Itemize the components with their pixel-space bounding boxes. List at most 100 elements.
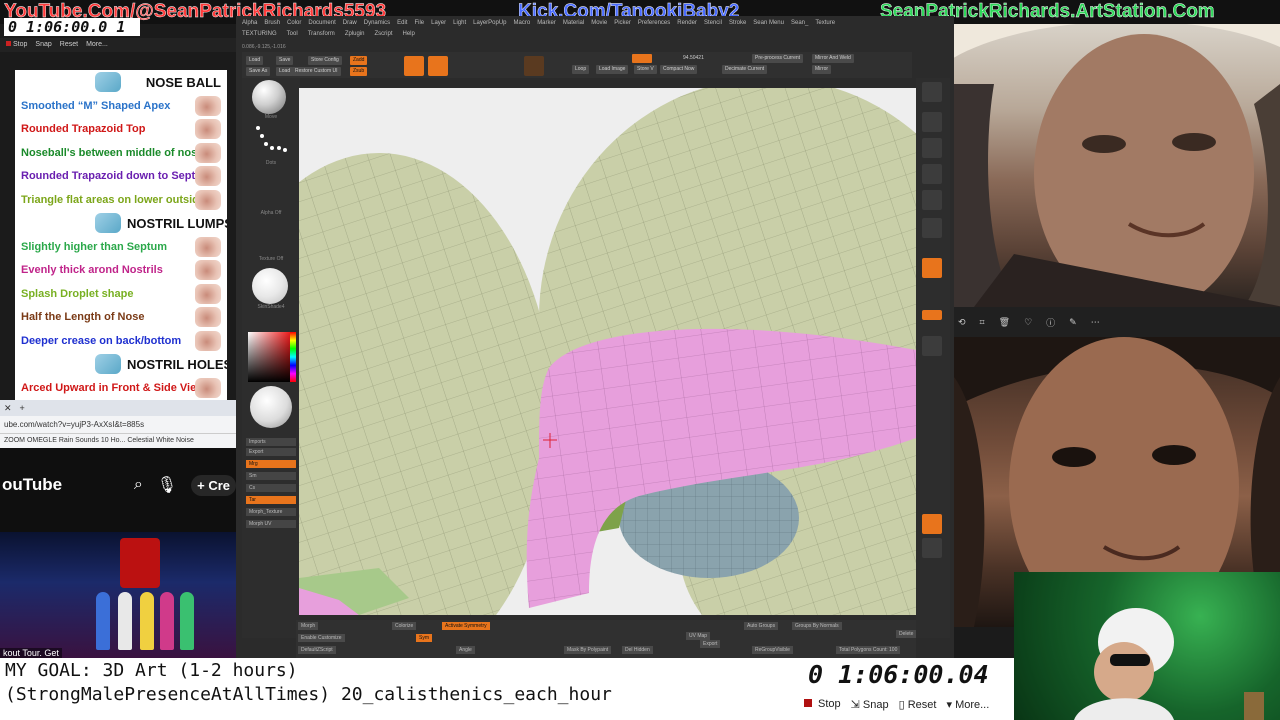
shelf-button[interactable]: Tar [246, 496, 296, 504]
favorite-icon[interactable]: ♡ [1024, 317, 1032, 328]
submenu-item[interactable]: Zplugin [345, 31, 365, 41]
stop-button[interactable]: Stop [804, 698, 841, 711]
edit-icon[interactable]: ✎ [1069, 317, 1077, 328]
bottom-shelf-button[interactable]: Colorize [392, 622, 417, 630]
top-stop-button[interactable]: Stop [6, 38, 27, 52]
zadd-button[interactable]: Zadd [350, 56, 368, 65]
move-brush-icon[interactable] [252, 80, 286, 114]
snap-button[interactable]: ⇲ Snap [851, 698, 889, 711]
restore-ui-button[interactable]: Restore Custom UI [292, 67, 341, 76]
zsub-button[interactable]: Zsub [350, 67, 368, 76]
load-image-button[interactable]: Load Image [596, 65, 629, 74]
bottom-shelf-button[interactable]: Groups By Normals [792, 622, 842, 630]
actual-icon[interactable] [922, 164, 942, 184]
menu-item[interactable]: Picker [614, 20, 631, 32]
save-as-button[interactable]: Save As [246, 67, 271, 76]
menu-item[interactable]: Layer [431, 20, 446, 32]
mirror-button[interactable]: Mirror [812, 65, 832, 74]
bottom-shelf-button[interactable]: Export [700, 640, 721, 648]
info-icon[interactable]: ⓘ [1046, 316, 1055, 329]
local-icon[interactable] [922, 310, 942, 320]
top-reset-button[interactable]: Reset [60, 38, 78, 52]
menu-item[interactable]: Movie [591, 20, 607, 32]
color-picker[interactable] [248, 332, 292, 382]
menu-item[interactable]: Material [563, 20, 584, 32]
shelf-button[interactable]: Sm [246, 472, 296, 480]
menu-item[interactable]: Texture [815, 20, 835, 32]
edit-mode-button[interactable] [404, 56, 424, 76]
more-button[interactable]: ▾ More... [946, 698, 989, 711]
mirror-weld-button[interactable]: Mirror And Weld [812, 54, 854, 63]
zoom-icon[interactable] [922, 138, 942, 158]
scroll-icon[interactable] [922, 112, 942, 132]
bottom-shelf-button[interactable]: Del Hidden [622, 646, 653, 654]
youtube-logo[interactable]: ouTube [0, 475, 134, 495]
submenu-item[interactable]: Tool [287, 31, 298, 41]
reset-button[interactable]: ▯ Reset [899, 698, 937, 711]
draw-mode-button[interactable] [428, 56, 448, 76]
search-icon[interactable]: ⌕ [134, 476, 143, 494]
floor-icon[interactable] [922, 258, 942, 278]
save-button[interactable]: Save [276, 56, 294, 65]
menu-item[interactable]: Stroke [729, 20, 746, 32]
shelf-button[interactable]: Morph UV [246, 520, 296, 528]
bottom-shelf-button[interactable]: Activate Symmetry [442, 622, 490, 630]
delete-icon[interactable]: 🗑 [999, 317, 1010, 328]
menu-item[interactable]: LayerPopUp [473, 20, 506, 32]
alpha-label[interactable]: Alpha Off [246, 210, 296, 216]
more-icon[interactable]: ⋯ [1091, 317, 1100, 328]
hue-strip[interactable] [290, 332, 296, 382]
menu-item[interactable]: Sean_ [791, 20, 808, 32]
matcap-sphere-icon[interactable] [250, 386, 292, 428]
submenu-item[interactable]: Help [403, 31, 415, 41]
scale-icon[interactable] [922, 538, 942, 558]
orange-toggle[interactable] [632, 54, 652, 63]
preprocess-button[interactable]: Pre-process Current [752, 54, 804, 63]
shelf-button[interactable]: Export [246, 448, 296, 456]
crop-icon[interactable]: ⌗ [980, 317, 985, 328]
bottom-shelf-button[interactable]: Morph [298, 622, 319, 630]
bottom-shelf-button[interactable]: Sym [416, 634, 432, 642]
move-icon[interactable] [922, 514, 942, 534]
top-snap-button[interactable]: Snap [35, 38, 51, 52]
top-more-button[interactable]: More... [86, 38, 108, 52]
persp-icon[interactable] [922, 218, 942, 238]
dots-stroke-icon[interactable] [254, 124, 288, 158]
bookmarks-bar[interactable]: ZOOM OMEGLE Rain Sounds 10 Ho... Celesti… [0, 434, 236, 448]
menu-item[interactable]: Marker [537, 20, 556, 32]
load-ui-button[interactable]: Load [276, 67, 294, 76]
menu-item[interactable]: Stencil [704, 20, 722, 32]
bpr-icon[interactable] [922, 82, 942, 102]
bottom-shelf-button[interactable]: Enable Customize [298, 634, 345, 642]
shelf-button[interactable]: Mrg [246, 460, 296, 468]
submenu-item[interactable]: Zscript [375, 31, 393, 41]
menu-item[interactable]: File [414, 20, 424, 32]
bottom-shelf-button[interactable]: Delete [896, 630, 917, 638]
bottom-shelf-button[interactable]: Mask By Polypaint [564, 646, 612, 654]
address-bar[interactable]: ube.com/watch?v=yujP3-AxXsI&t=885s [0, 416, 236, 434]
rotate-icon[interactable]: ⟲ [958, 317, 966, 328]
shelf-button[interactable]: Cs [246, 484, 296, 492]
menu-item[interactable]: Sean Menu [753, 20, 784, 32]
aahalf-icon[interactable] [922, 190, 942, 210]
menu-item[interactable]: Preferences [638, 20, 670, 32]
concert-video[interactable]: kout Tour. Get [0, 532, 236, 658]
texture-label[interactable]: Texture Off [246, 256, 296, 262]
bottom-shelf-button[interactable]: DefaultZScript [298, 646, 336, 654]
decimate-button[interactable]: Decimate Current [722, 65, 768, 74]
submenu-item[interactable]: TEXTURING [242, 31, 277, 41]
bottom-shelf-button[interactable]: Auto Groups [744, 622, 779, 630]
close-tab-icon[interactable]: ✕ [4, 403, 12, 414]
submenu-item[interactable]: Transform [308, 31, 335, 41]
load-button[interactable]: Load [246, 56, 264, 65]
zbrush-viewport[interactable] [299, 88, 916, 615]
bottom-shelf-button[interactable]: UV Map [686, 632, 711, 640]
shelf-button[interactable]: Morph_Texture [246, 508, 296, 516]
loop-button[interactable]: Loop [572, 65, 590, 74]
create-button[interactable]: + Cre [191, 474, 236, 496]
bottom-shelf-button[interactable]: Angle [456, 646, 475, 654]
rgb-button[interactable] [524, 56, 544, 76]
menu-item[interactable]: Render [677, 20, 697, 32]
store-v-button[interactable]: Store V [634, 65, 657, 74]
menu-item[interactable]: Light [453, 20, 466, 32]
